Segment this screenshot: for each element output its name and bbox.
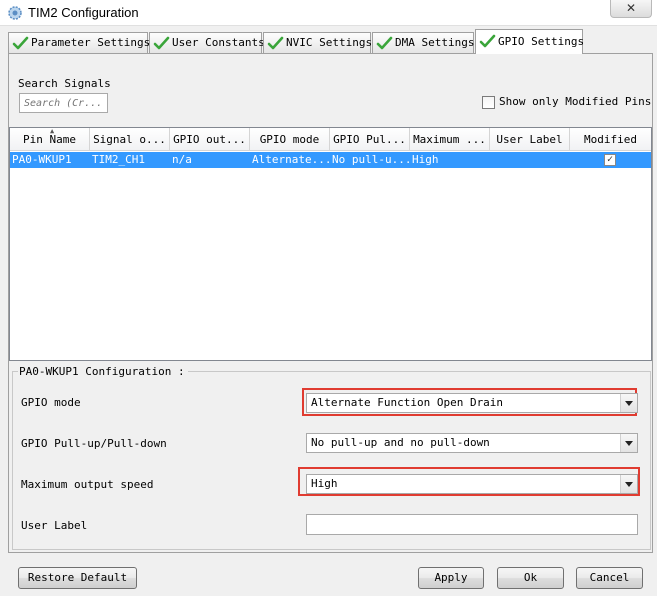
gpio-mode-select[interactable]: Alternate Function Open Drain — [306, 393, 638, 413]
apply-button[interactable]: Apply — [418, 567, 484, 589]
tab-parameter-settings[interactable]: Parameter Settings — [8, 32, 151, 54]
tab-user-constants[interactable]: User Constants — [149, 32, 265, 54]
tab-label: Parameter Settings — [31, 36, 151, 49]
signals-table: ▲ Pin Name Signal o... GPIO out... GPIO … — [9, 127, 652, 361]
cell-gpio-output: n/a — [172, 153, 192, 166]
gpio-pull-label: GPIO Pull-up/Pull-down — [21, 437, 167, 450]
show-modified-option[interactable]: Show only Modified Pins — [482, 95, 651, 109]
table-row[interactable]: PA0-WKUP1 TIM2_CH1 n/a Alternate... No p… — [10, 152, 651, 168]
tab-dma-settings[interactable]: DMA Settings — [372, 32, 474, 54]
show-modified-label: Show only Modified Pins — [499, 95, 652, 108]
user-label-input[interactable] — [306, 514, 638, 535]
gpio-pull-select[interactable]: No pull-up and no pull-down — [306, 433, 638, 453]
tab-gpio-settings[interactable]: GPIO Settings — [475, 29, 585, 54]
search-signals-label: Search Signals — [18, 77, 111, 90]
cell-pin-name: PA0-WKUP1 — [12, 153, 72, 166]
search-input[interactable] — [19, 93, 108, 113]
cell-maximum-speed: High — [412, 153, 439, 166]
cell-gpio-pull: No pull-u... — [332, 153, 410, 166]
column-header-gpio-pull[interactable]: GPIO Pul... — [330, 128, 410, 151]
max-speed-label: Maximum output speed — [21, 478, 154, 491]
checkmark-icon — [153, 36, 170, 50]
column-header-signal[interactable]: Signal o... — [90, 128, 170, 151]
checkmark-icon — [479, 34, 496, 48]
close-icon: ✕ — [625, 1, 637, 15]
cell-gpio-mode: Alternate... — [252, 153, 330, 166]
chevron-down-icon — [620, 394, 637, 412]
max-speed-select[interactable]: High — [306, 474, 638, 494]
sort-ascending-icon: ▲ — [50, 128, 55, 135]
checkmark-icon — [376, 36, 393, 50]
checkmark-icon — [12, 36, 29, 50]
column-header-maximum-speed[interactable]: Maximum ... — [410, 128, 490, 151]
close-button[interactable]: ✕ — [610, 0, 652, 18]
tab-nvic-settings[interactable]: NVIC Settings — [263, 32, 373, 54]
title-bar: TIM2 Configuration ✕ — [0, 0, 657, 26]
modified-checkbox[interactable]: ✓ — [604, 154, 616, 166]
tab-label: DMA Settings — [395, 36, 475, 49]
tab-label: User Constants — [172, 36, 265, 49]
chevron-down-icon — [620, 434, 637, 452]
gpio-mode-label: GPIO mode — [21, 396, 81, 409]
table-header: ▲ Pin Name Signal o... GPIO out... GPIO … — [10, 128, 651, 151]
user-label-label: User Label — [21, 519, 88, 532]
column-header-pin-name[interactable]: ▲ Pin Name — [10, 128, 90, 151]
column-header-modified[interactable]: Modified — [570, 128, 651, 151]
column-header-gpio-mode[interactable]: GPIO mode — [250, 128, 330, 151]
tab-label: NVIC Settings — [286, 36, 373, 49]
show-modified-checkbox[interactable] — [482, 95, 495, 109]
app-gear-icon — [8, 6, 22, 20]
checkmark-icon: ✓ — [606, 154, 614, 165]
cell-signal: TIM2_CH1 — [92, 153, 145, 166]
cancel-button[interactable]: Cancel — [576, 567, 643, 589]
checkmark-icon — [267, 36, 284, 50]
gpio-pull-value: No pull-up and no pull-down — [311, 436, 490, 449]
restore-default-button[interactable]: Restore Default — [18, 567, 137, 589]
column-header-gpio-output[interactable]: GPIO out... — [170, 128, 250, 151]
cell-user-label — [490, 152, 570, 168]
pin-configuration-title: PA0-WKUP1 Configuration : — [18, 365, 188, 378]
window-title: TIM2 Configuration — [28, 5, 139, 20]
max-speed-value: High — [311, 477, 338, 490]
tab-label: GPIO Settings — [498, 35, 585, 48]
gpio-mode-value: Alternate Function Open Drain — [311, 396, 504, 409]
ok-button[interactable]: Ok — [497, 567, 564, 589]
column-header-user-label[interactable]: User Label — [490, 128, 570, 151]
chevron-down-icon — [620, 475, 637, 493]
